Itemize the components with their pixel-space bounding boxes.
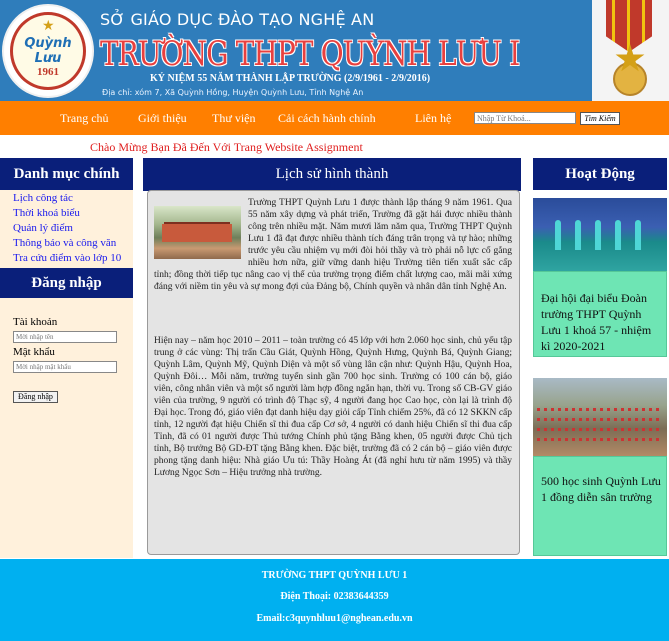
photo-figure — [575, 220, 581, 250]
menu-item-timetable[interactable]: Thời khoá biểu — [13, 207, 80, 219]
photo-figure — [635, 220, 641, 250]
welcome-message: Chào Mừng Bạn Đã Đến Với Trang Website A… — [90, 140, 363, 154]
footer-email-label: Email: — [256, 613, 286, 624]
footer-phone-value: 02383644359 — [333, 591, 389, 602]
image-float-spacer — [154, 197, 248, 261]
photo-row — [537, 438, 663, 441]
logo-year: 1961 — [37, 66, 59, 78]
activity-caption-2[interactable]: 500 học sinh Quỳnh Lưu 1 đồng diễn sân t… — [541, 473, 661, 505]
photo-figure — [595, 220, 601, 250]
history-title: Lịch sử hình thành — [143, 158, 521, 191]
menu-item-grades[interactable]: Quản lý điểm — [13, 222, 73, 234]
medal-ribbon — [606, 0, 652, 52]
menu-item-notices[interactable]: Thông báo và công văn — [13, 237, 116, 249]
footer-phone: Điện Thoại: 02383644359 — [0, 591, 669, 602]
photo-figure — [555, 220, 561, 250]
footer-school: TRƯỜNG THPT QUỲNH LƯU 1 — [261, 570, 408, 581]
school-logo: ★ Quỳnh Lưu 1961 — [2, 4, 94, 98]
nav-about[interactable]: Giới thiệu — [138, 111, 187, 126]
menu-title: Danh mục chính — [0, 158, 133, 190]
header-banner: ★ Quỳnh Lưu 1961 SỞ GIÁO DỤC ĐÀO TẠO NGH… — [0, 0, 669, 101]
username-input[interactable] — [13, 331, 117, 343]
anniversary-text: KỶ NIỆM 55 NĂM THÀNH LẬP TRƯỜNG (2/9/196… — [150, 73, 431, 84]
department-name: SỞ GIÁO DỤC ĐÀO TẠO NGHỆ AN — [100, 10, 375, 29]
nav-contact[interactable]: Liên hệ — [415, 111, 451, 126]
footer-email: Email:c3quynhluu1@nghean.edu.vn — [0, 613, 669, 624]
logo-star-icon: ★ — [42, 19, 55, 34]
nav-library[interactable]: Thư viện — [212, 111, 256, 126]
login-title: Đăng nhập — [0, 268, 133, 298]
menu-item-schedule[interactable]: Lịch công tác — [13, 192, 73, 204]
school-name: TRƯỜNG THPT QUỲNH LƯU I — [100, 34, 520, 74]
photo-row — [537, 408, 663, 411]
password-label: Mật khẩu — [13, 346, 55, 358]
footer-phone-label: Điện Thoại: — [280, 591, 332, 602]
medal-coin — [613, 62, 647, 96]
username-label: Tài khoản — [13, 316, 58, 328]
login-button[interactable]: Đăng nhập — [13, 391, 58, 403]
nav-admin-reform[interactable]: Cải cách hành chính — [278, 111, 376, 126]
history-paragraph-2: Hiện nay – năm học 2010 – 2011 – toàn tr… — [154, 336, 512, 478]
photo-figure — [615, 220, 621, 250]
logo-text: Quỳnh Lưu — [24, 36, 72, 66]
history-paragraph-1: Trường THPT Quỳnh Lưu 1 được thành lập t… — [154, 197, 512, 293]
medal-image — [592, 0, 669, 101]
activity-caption-1[interactable]: Đại hội đại biểu Đoàn trường THPT Quỳnh … — [541, 290, 661, 354]
address-text: Địa chỉ: xóm 7, Xã Quỳnh Hồng, Huyện Quỳ… — [102, 88, 364, 97]
nav-home[interactable]: Trang chủ — [60, 111, 109, 126]
activity-photo-1[interactable] — [533, 198, 667, 271]
photo-row — [537, 418, 663, 421]
search-input[interactable] — [474, 112, 576, 124]
activities-title: Hoạt Động — [533, 158, 667, 190]
menu-item-grade10-lookup[interactable]: Tra cứu điểm vào lớp 10 — [13, 252, 121, 264]
password-input[interactable] — [13, 361, 117, 373]
search-button[interactable]: Tìm Kiếm — [580, 112, 620, 125]
activity-card-2[interactable] — [533, 456, 667, 556]
footer-email-value[interactable]: c3quynhluu1@nghean.edu.vn — [285, 613, 412, 624]
photo-row — [537, 428, 663, 431]
activity-photo-2[interactable] — [533, 378, 667, 456]
